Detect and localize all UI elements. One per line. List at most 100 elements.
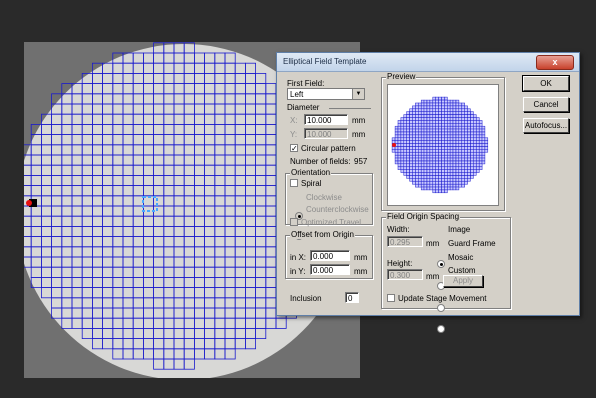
dialog-titlebar[interactable]: Elliptical Field Template x [277,53,579,72]
preview-cell [406,111,410,115]
preview-cell [449,134,454,139]
preview-cell [409,152,413,156]
preview-cell [447,146,451,150]
preview-cell [455,128,460,133]
autofocus-button[interactable]: Autofocus... [523,118,569,133]
preview-cell [438,149,442,153]
diameter-x-input[interactable]: 10.000 [304,114,348,125]
preview-cell [438,120,442,124]
preview-cell [418,102,422,107]
preview-cell [418,175,422,179]
preview-cell [429,99,434,104]
preview-cell [447,137,451,141]
preview-cell [403,166,407,170]
offset-y-input[interactable]: 0.000 [310,264,350,275]
preview-cell [420,114,425,118]
preview-cell [432,172,436,176]
close-button[interactable]: x [536,55,574,70]
preview-cell [473,123,477,127]
preview-cell [447,111,451,115]
inclusion-input[interactable]: 0 [345,292,359,303]
preview-cell [400,166,405,170]
preview-cell [441,108,445,112]
y-label: Y: [290,130,298,139]
preview-cell [418,120,422,124]
preview-cell [400,125,405,130]
preview-cell [412,137,416,141]
preview-cell [412,166,416,170]
preview-cell [418,160,422,165]
preview-cell [441,169,445,173]
preview-cell [455,152,460,156]
preview-cell [432,166,436,170]
preview-cell [447,123,451,127]
preview-cell [467,120,471,124]
preview-cell [435,186,439,191]
preview-cell [420,166,425,170]
preview-cell [455,149,460,153]
preview-cell [449,131,454,136]
image-radio[interactable] [437,260,445,268]
preview-cell [426,123,431,127]
preview-cell [467,128,471,133]
preview-cell [426,175,431,179]
preview-cell [449,99,454,104]
preview-cell [432,134,436,139]
preview-cell [435,163,439,167]
preview-cell [438,181,442,185]
preview-cell [438,172,442,176]
preview-cell [435,169,439,173]
width-input: 0.295 [387,236,423,247]
preview-cell [415,152,419,156]
custom-radio[interactable] [437,325,445,333]
cancel-button[interactable]: Cancel [523,97,569,112]
preview-cell [423,140,428,144]
preview-cell [420,149,425,153]
preview-cell [476,123,480,127]
preview-cell [435,175,439,179]
preview-cell [444,157,448,162]
preview-cell [415,120,419,124]
mosaic-radio[interactable] [437,304,445,312]
preview-cell [432,120,436,124]
preview-cell [403,114,407,118]
preview-cell [409,134,413,139]
preview-cell [464,178,468,182]
preview-cell [435,111,439,115]
preview-cell [391,149,396,153]
preview-cell [415,169,419,173]
preview-cell [435,108,439,112]
preview-cell [409,160,413,165]
width-label: Width: [387,225,410,234]
preview-cell [423,117,428,121]
update-stage-checkbox[interactable] [387,294,395,302]
ok-button[interactable]: OK [522,75,570,92]
preview-cell [426,108,431,112]
preview-cell [400,134,405,139]
first-field-select[interactable]: Left ▼ [287,88,365,100]
preview-cell [484,146,489,150]
preview-cell [406,175,410,179]
x-unit: mm [352,116,366,125]
offset-x-input[interactable]: 0.000 [310,250,350,261]
preview-cell [435,189,439,194]
preview-cell [429,125,434,130]
preview-cell [438,154,442,159]
preview-cell [415,149,419,153]
preview-cell [449,169,454,173]
preview-cell [458,160,462,165]
spiral-checkbox[interactable] [290,179,298,187]
preview-cell [409,146,413,150]
preview-cell [449,143,454,147]
circular-pattern-checkbox[interactable]: ✓ [290,144,298,153]
preview-cell [476,154,480,159]
chevron-down-icon[interactable]: ▼ [352,89,364,99]
preview-cell [452,99,457,104]
preview-cell [449,149,454,153]
dialog-title: Elliptical Field Template [283,57,367,66]
preview-cell [464,163,468,167]
preview-cell [432,96,436,101]
preview-cell [476,120,480,124]
preview-cell [423,154,428,159]
preview-cell [397,137,402,141]
